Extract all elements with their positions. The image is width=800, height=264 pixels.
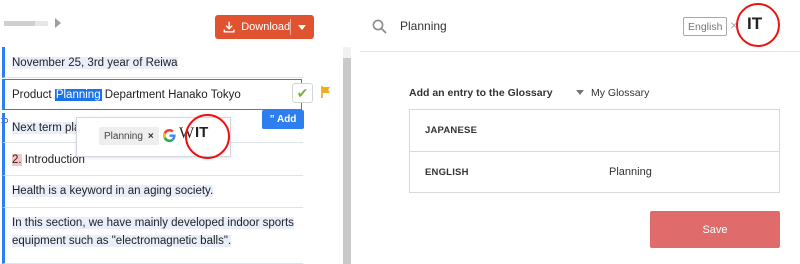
segment-text-before: Product (12, 89, 55, 101)
flag-icon[interactable] (321, 86, 331, 98)
glossary-select[interactable]: My Glossary (591, 87, 649, 99)
scrollbar-thumb[interactable] (343, 58, 351, 264)
segment-text-after: Department Hanako Tokyo (101, 89, 241, 101)
row-label: ENGLISH (425, 167, 469, 178)
close-icon[interactable]: × (148, 131, 154, 142)
glossary-panel: English × IT Add an entry to the Glossar… (360, 0, 800, 264)
glossary-row-japanese[interactable]: JAPANESE (410, 110, 779, 152)
play-icon[interactable] (55, 18, 61, 28)
progress-fill (4, 21, 35, 26)
add-term-button[interactable]: ” Add (262, 110, 304, 129)
segment-number: 2. (12, 154, 22, 166)
glossary-label: Add an entry to the Glossary (409, 87, 553, 99)
row-label: JAPANESE (425, 125, 478, 136)
search-input[interactable] (398, 15, 668, 37)
progress-bar (4, 21, 48, 26)
segment-text: November 25, 3rd year of Reiwa (12, 57, 178, 69)
selected-term[interactable]: Planning (54, 89, 102, 101)
annotation-circle (736, 3, 780, 47)
glossary-row-english[interactable]: ENGLISH Planning (410, 152, 779, 194)
segment-text-line1: In this section, we have mainly develope… (12, 217, 294, 229)
divider (290, 19, 291, 35)
download-button[interactable]: Download (215, 15, 314, 39)
check-icon: ✔ (296, 84, 309, 101)
source-panel: Download November 25, 3rd year of Reiwa … (0, 0, 355, 264)
chevron-down-icon[interactable] (298, 24, 306, 30)
glossary-entry-table: JAPANESE ENGLISH Planning (409, 109, 780, 193)
row-value[interactable]: Planning (609, 166, 652, 178)
segment-row[interactable]: Health is a keyword in an aging society. (2, 176, 303, 208)
chevron-down-icon[interactable] (576, 90, 584, 95)
segment-row[interactable]: November 25, 3rd year of Reiwa (2, 47, 303, 78)
confirm-checkmark-button[interactable]: ✔ (292, 83, 313, 103)
search-icon[interactable] (372, 19, 387, 34)
google-icon[interactable] (162, 128, 177, 143)
download-icon (223, 21, 235, 33)
term-chip-label: Planning (104, 130, 143, 142)
term-chip[interactable]: Planning × (99, 127, 159, 145)
segment-row-active[interactable]: Product Planning Department Hanako Tokyo (2, 79, 302, 110)
segment-text-line2: equipment such as "electromagnetic balls… (12, 235, 232, 247)
annotation-circle (185, 114, 230, 159)
download-label: Download (241, 21, 291, 33)
segment-text: Health is a keyword in an aging society. (12, 185, 214, 197)
save-button[interactable]: Save (650, 211, 780, 248)
search-header: English × IT (360, 0, 800, 52)
segment-text: Next term pla (12, 122, 81, 134)
language-badge[interactable]: English (683, 17, 728, 36)
segment-row[interactable]: In this section, we have mainly develope… (2, 208, 303, 264)
